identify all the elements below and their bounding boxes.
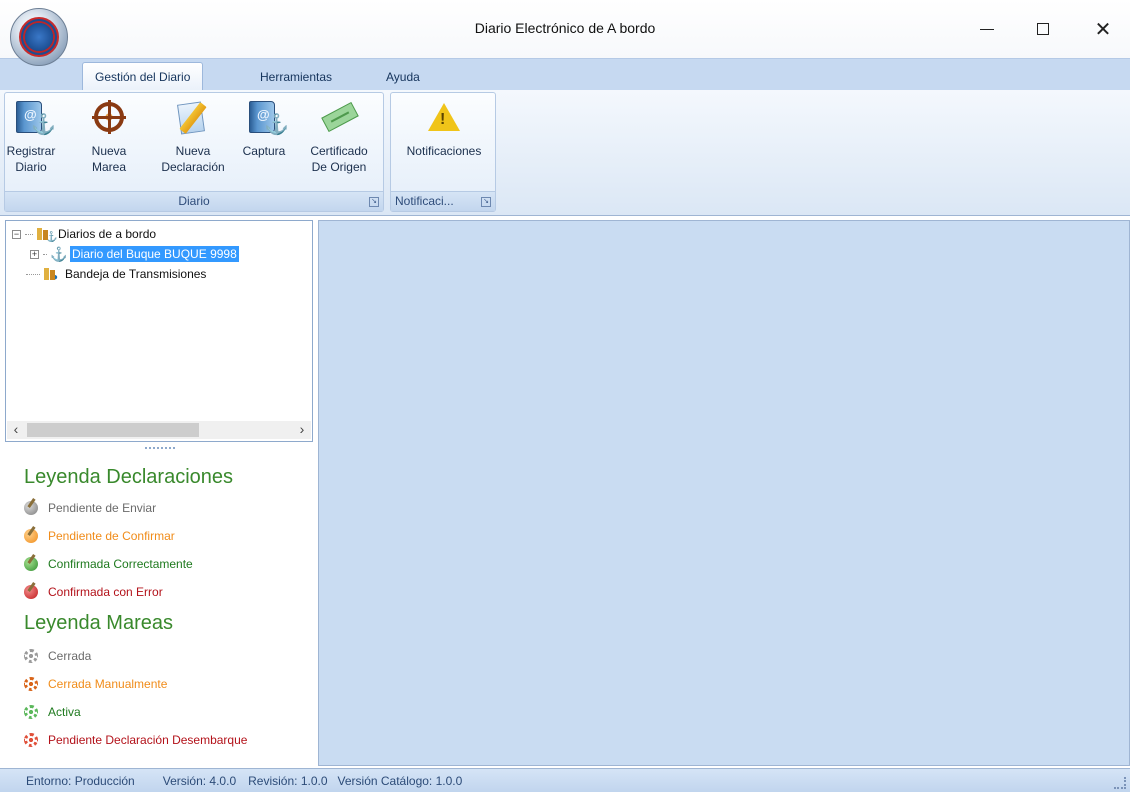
button-label-line1: Certificado xyxy=(310,144,368,158)
button-label-line1: Nueva xyxy=(91,144,127,158)
legend-item-label: Confirmada Correctamente xyxy=(48,557,193,571)
tide-closed-manually-icon xyxy=(24,677,38,691)
group-caption-label: Diario xyxy=(178,194,210,208)
certificate-ticket-icon xyxy=(321,99,359,137)
group-caption: Diario ↘ xyxy=(5,191,383,211)
journal-anchor-icon: ⚓ xyxy=(246,99,289,137)
group-caption-label: Notificaci... xyxy=(395,194,454,208)
panel-splitter-horizontal[interactable] xyxy=(145,447,175,451)
maximize-button[interactable] xyxy=(1020,14,1066,44)
tab-herramientas[interactable]: Herramientas xyxy=(248,62,344,91)
dialog-launcher-icon[interactable]: ↘ xyxy=(369,197,379,207)
nueva-declaracion-button[interactable]: Nueva Declaración xyxy=(153,99,233,191)
legend-item: Cerrada xyxy=(24,646,91,666)
button-label-line1: Nueva xyxy=(175,144,211,158)
button-label-line2: Diario xyxy=(15,160,47,174)
status-revision: Revisión: 1.0.0 xyxy=(248,773,328,788)
legend-item: Confirmada Correctamente xyxy=(24,554,193,574)
legend-item: Pendiente de Confirmar xyxy=(24,526,175,546)
ship-wheel-icon xyxy=(91,99,127,137)
tab-label: Gestión del Diario xyxy=(95,70,191,84)
nueva-marea-button[interactable]: Nueva Marea xyxy=(87,99,131,191)
button-label-line2: Declaración xyxy=(161,160,225,174)
declaration-error-icon xyxy=(24,585,38,599)
resize-grip-icon[interactable] xyxy=(1114,777,1126,789)
tree-horizontal-scrollbar[interactable]: ‹ › xyxy=(7,421,311,439)
ribbon-group-notificaciones: ! Notificaciones Notificaci... ↘ xyxy=(390,92,496,212)
close-button[interactable]: ✕ xyxy=(1080,14,1126,44)
anchor-icon: ⚓ xyxy=(50,246,68,262)
tree-node-label: Diario del Buque BUQUE 9998 xyxy=(70,246,239,262)
dialog-launcher-icon[interactable]: ↘ xyxy=(481,197,491,207)
captura-button[interactable]: ⚓ Captura xyxy=(237,99,291,191)
app-logo-icon xyxy=(19,17,59,57)
scroll-left-icon[interactable]: ‹ xyxy=(7,421,25,439)
logbooks-folder-icon: ⚓ xyxy=(36,226,57,243)
legend-panel: Leyenda Declaraciones Pendiente de Envia… xyxy=(0,452,316,762)
main-content-area xyxy=(318,220,1130,766)
status-environment: Entorno: Producción xyxy=(26,773,135,788)
notificaciones-button[interactable]: ! Notificaciones xyxy=(395,99,493,191)
registrar-diario-button[interactable]: ⚓ Registrar Diario xyxy=(5,99,57,191)
status-catalog-version: Versión Catálogo: 1.0.0 xyxy=(337,773,463,788)
journal-anchor-icon: ⚓ xyxy=(13,99,56,137)
tab-label: Ayuda xyxy=(386,69,420,84)
scroll-thumb[interactable] xyxy=(27,423,199,437)
tide-pending-disembark-icon xyxy=(24,733,38,747)
close-icon: ✕ xyxy=(1094,18,1112,41)
legend-item-label: Pendiente de Confirmar xyxy=(48,529,175,543)
legend-item-label: Pendiente Declaración Desembarque xyxy=(48,733,248,747)
legend-item-label: Activa xyxy=(48,705,81,719)
maximize-icon xyxy=(1037,23,1049,35)
button-label-line2: Marea xyxy=(91,160,126,174)
legend-item-label: Confirmada con Error xyxy=(48,585,163,599)
status-version: Versión: 4.0.0 xyxy=(162,773,237,788)
legend-item: Cerrada Manualmente xyxy=(24,674,167,694)
expand-icon[interactable]: + xyxy=(30,249,39,259)
warning-icon: ! xyxy=(426,99,462,137)
tree-node-diario-buque[interactable]: + ⚓ Diario del Buque BUQUE 9998 xyxy=(30,245,239,263)
window-title: Diario Electrónico de A bordo xyxy=(474,20,656,36)
ribbon-group-diario: ⚓ Registrar Diario Nueva Marea Nueva Dec… xyxy=(4,92,384,212)
scroll-right-icon[interactable]: › xyxy=(293,421,311,439)
certificado-de-origen-button[interactable]: Certificado De Origen xyxy=(297,99,381,191)
button-label-line1: Registrar xyxy=(6,144,56,158)
minimize-button[interactable] xyxy=(964,14,1010,44)
legend-item: Pendiente Declaración Desembarque xyxy=(24,730,247,750)
tree-node-bandeja[interactable]: ● Bandeja de Transmisiones xyxy=(26,265,208,283)
tree-node-label: Bandeja de Transmisiones xyxy=(65,267,207,281)
tab-label: Herramientas xyxy=(260,69,333,84)
legend-item: Confirmada con Error xyxy=(24,582,163,602)
legend-item: Pendiente de Enviar xyxy=(24,498,156,518)
tree-node-diarios[interactable]: − ⚓ Diarios de a bordo xyxy=(12,225,158,243)
legend-item-label: Cerrada Manualmente xyxy=(48,677,168,691)
button-label-line1: Notificaciones xyxy=(406,144,482,158)
transmissions-folder-icon: ● xyxy=(43,266,59,283)
button-label-line2: De Origen xyxy=(311,160,367,174)
declaration-pending-confirm-icon xyxy=(24,529,38,543)
button-label-line1: Captura xyxy=(242,144,286,158)
tab-ayuda[interactable]: Ayuda xyxy=(374,62,432,91)
minimize-icon xyxy=(980,28,994,30)
tab-gestion-del-diario[interactable]: Gestión del Diario xyxy=(82,62,204,91)
tide-closed-icon xyxy=(24,649,38,663)
legend-declarations-title: Leyenda Declaraciones xyxy=(24,466,234,488)
legend-tides-title: Leyenda Mareas xyxy=(24,612,173,634)
legend-item: Activa xyxy=(24,702,81,722)
group-caption: Notificaci... ↘ xyxy=(391,191,495,211)
declaration-confirmed-icon xyxy=(24,557,38,571)
edit-document-icon xyxy=(175,99,211,137)
status-bar: Entorno: Producción Versión: 4.0.0 Revis… xyxy=(0,768,1130,792)
legend-item-label: Cerrada xyxy=(48,649,92,663)
logbook-tree[interactable]: − ⚓ Diarios de a bordo + ⚓ Diario del Bu… xyxy=(5,220,313,442)
collapse-icon[interactable]: − xyxy=(12,229,21,239)
ribbon-tab-strip: Gestión del Diario Herramientas Ayuda xyxy=(0,58,1130,91)
declaration-pending-send-icon xyxy=(24,501,38,515)
tree-node-label: Diarios de a bordo xyxy=(58,227,157,241)
legend-item-label: Pendiente de Enviar xyxy=(48,501,157,515)
ribbon-panel: ⚓ Registrar Diario Nueva Marea Nueva Dec… xyxy=(0,90,1130,216)
tide-active-icon xyxy=(24,705,38,719)
title-bar: Diario Electrónico de A bordo ✕ xyxy=(0,0,1130,66)
application-menu-button[interactable] xyxy=(10,8,68,66)
